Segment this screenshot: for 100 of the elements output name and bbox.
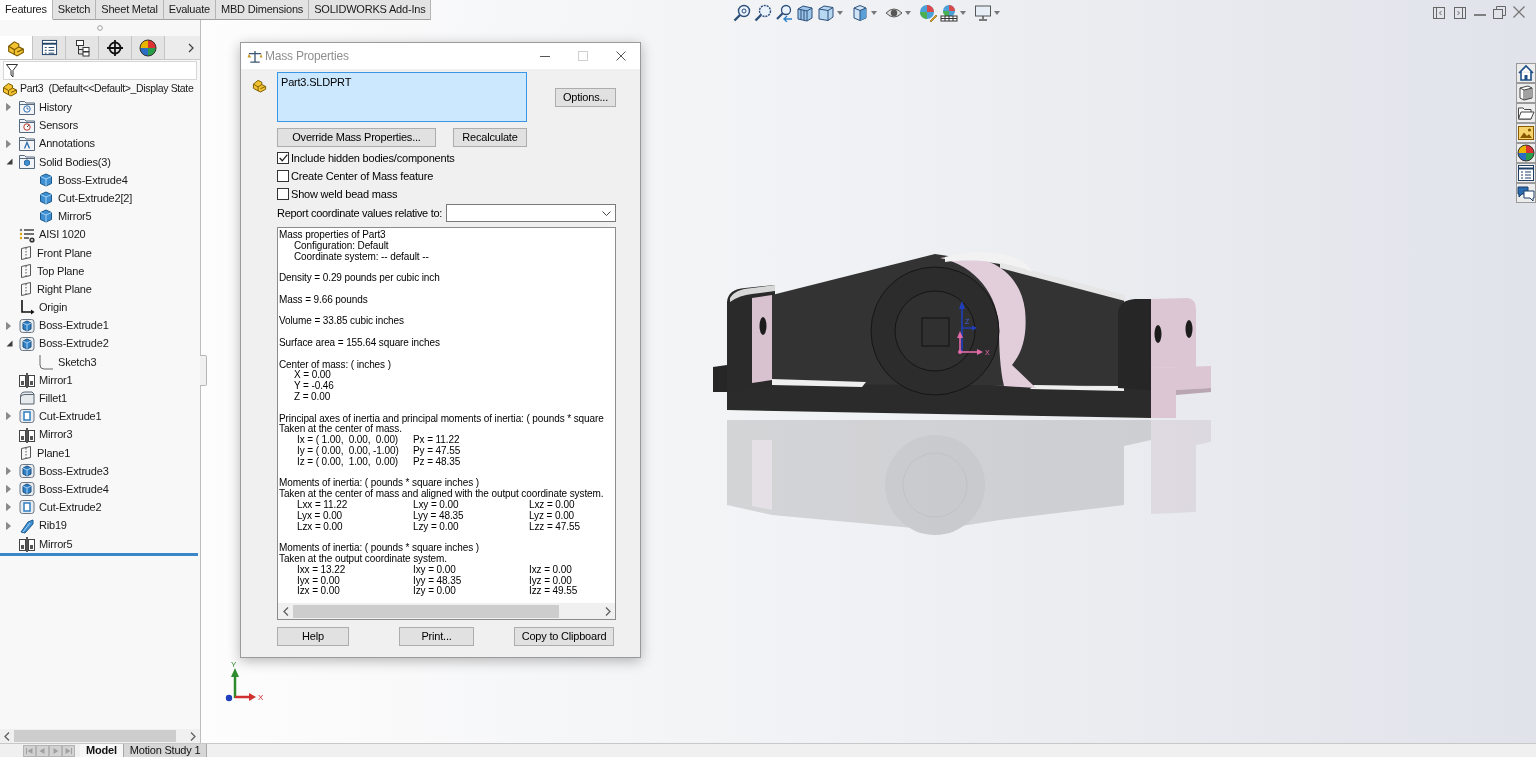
tree-item[interactable]: Top Plane <box>37 262 85 280</box>
picture-icon[interactable] <box>1516 123 1536 143</box>
mirror-icon <box>19 372 35 389</box>
tree-item[interactable]: Annotations <box>39 135 95 152</box>
tree-item[interactable]: Sensors <box>39 117 78 134</box>
axis-label: Y <box>231 660 237 669</box>
checkbox[interactable] <box>277 152 289 164</box>
tree-item[interactable]: Mirror3 <box>39 426 73 443</box>
tree-arrow-icon[interactable] <box>6 158 13 166</box>
coordinate-dropdown[interactable] <box>446 204 616 222</box>
box-icon[interactable] <box>851 4 869 22</box>
magnifier-icon[interactable] <box>733 4 751 22</box>
command-tab[interactable]: Sheet Metal <box>96 0 164 20</box>
checkbox-label[interactable]: Create Center of Mass feature <box>291 167 434 185</box>
minimize-icon[interactable] <box>540 55 550 57</box>
panel-tab[interactable] <box>33 36 66 59</box>
command-tab[interactable]: MBD Dimensions <box>216 0 310 20</box>
dialog-button[interactable]: Override Mass Properties... <box>277 128 436 147</box>
tree-item[interactable]: Cut-Extrude1 <box>39 408 102 425</box>
filter-field[interactable] <box>3 61 197 80</box>
sliced-cube-icon[interactable] <box>796 4 814 22</box>
tree-item[interactable]: History <box>39 99 72 116</box>
scrollbar-thumb[interactable] <box>293 604 559 618</box>
box-stack-icon[interactable] <box>1516 83 1536 103</box>
scroll-right-icon[interactable] <box>190 731 196 741</box>
list-icon[interactable] <box>1516 163 1536 183</box>
tree-item[interactable]: Solid Bodies(3) <box>39 153 111 171</box>
color-sphere-icon[interactable] <box>1516 143 1536 163</box>
magnifier-arrow-icon[interactable] <box>775 4 793 22</box>
close-icon[interactable] <box>616 51 626 61</box>
dialog-button[interactable]: Options... <box>555 88 616 107</box>
tree-item[interactable]: AISI 1020 <box>39 226 86 243</box>
selection-list[interactable]: Part3.SLDPRT <box>277 72 527 122</box>
tree-item[interactable]: Cut-Extrude2[2] <box>58 189 133 207</box>
tree-item[interactable]: Mirror1 <box>39 371 73 389</box>
funnel-icon[interactable] <box>6 63 18 78</box>
tree-item[interactable]: Mirror5 <box>39 535 73 553</box>
scroll-right-icon[interactable] <box>604 606 611 616</box>
command-tab[interactable]: SOLIDWORKS Add-Ins <box>309 0 432 20</box>
sphere-pencil-icon[interactable] <box>919 4 937 22</box>
grip-dot-icon[interactable] <box>97 25 103 31</box>
tree-item[interactable]: Plane1 <box>37 444 71 462</box>
checkbox-label[interactable]: Show weld bead mass <box>291 185 398 203</box>
scroll-left-icon[interactable] <box>4 731 10 741</box>
horizontal-scrollbar[interactable] <box>0 729 200 743</box>
horizontal-scrollbar[interactable] <box>278 603 615 619</box>
tree-item[interactable]: Part3 (Default<<Default>_Display State <box>20 81 194 97</box>
framed-cube-icon <box>19 463 35 480</box>
close-icon[interactable] <box>1513 6 1525 18</box>
command-tab[interactable]: Sketch <box>52 0 97 20</box>
window-left-icon[interactable] <box>1432 6 1446 20</box>
panel-tab[interactable] <box>99 36 132 59</box>
tree-item[interactable]: Boss-Extrude1 <box>39 317 109 334</box>
scrollbar-thumb[interactable] <box>14 730 176 742</box>
chevron-right-icon[interactable] <box>188 42 194 53</box>
cube-icon[interactable] <box>817 4 835 22</box>
rollback-bar[interactable] <box>0 552 198 556</box>
scroll-left-icon[interactable] <box>282 606 289 616</box>
tree-item[interactable]: Front Plane <box>37 244 92 262</box>
bottom-tab[interactable]: Motion Study 1 <box>122 744 208 757</box>
chat-bubbles-icon[interactable] <box>1516 183 1536 203</box>
list-item[interactable]: Part3.SLDPRT <box>281 74 352 91</box>
dialog-button[interactable]: Recalculate <box>453 128 527 147</box>
tree-item[interactable]: Origin <box>39 299 68 316</box>
dashed-magnifier-icon[interactable] <box>754 4 772 22</box>
checkbox[interactable] <box>277 188 289 200</box>
tree-item[interactable]: Boss-Extrude4 <box>39 480 109 498</box>
tree-item[interactable]: Sketch3 <box>58 353 97 371</box>
sphere-scene-icon[interactable] <box>940 4 958 22</box>
folder-icon[interactable] <box>1516 103 1536 123</box>
command-tab[interactable]: Features <box>0 0 53 20</box>
panel-tab[interactable] <box>132 36 165 59</box>
caret-icon[interactable] <box>602 210 611 216</box>
splitter-handle[interactable] <box>200 355 207 386</box>
bottom-tab[interactable]: Model <box>80 744 123 757</box>
tree-item[interactable]: Fillet1 <box>39 390 67 407</box>
tree-item[interactable]: Rib19 <box>39 517 67 534</box>
checkbox-label[interactable]: Include hidden bodies/components <box>291 149 455 167</box>
panel-tab[interactable] <box>66 36 99 59</box>
dialog-button[interactable]: Print... <box>399 627 474 646</box>
part-icon <box>252 78 267 93</box>
check-icon <box>278 154 288 162</box>
checkbox[interactable] <box>277 170 289 182</box>
restore-icon[interactable] <box>1493 6 1506 19</box>
monitor-icon[interactable] <box>974 4 992 22</box>
tree-item[interactable]: Boss-Extrude4 <box>58 171 128 189</box>
framed-cutout-icon <box>19 408 35 425</box>
tree-item[interactable]: Mirror5 <box>58 208 92 225</box>
tree-item[interactable]: Right Plane <box>37 280 92 298</box>
home-icon[interactable] <box>1516 63 1536 83</box>
mirror-icon <box>19 426 35 443</box>
clock-folder-icon <box>19 99 35 115</box>
dialog-button[interactable]: Copy to Clipboard <box>514 627 614 646</box>
tree-item[interactable]: Boss-Extrude3 <box>39 462 109 480</box>
command-tab[interactable]: Evaluate <box>163 0 216 20</box>
dialog-button[interactable]: Help <box>277 627 349 646</box>
tree-item[interactable]: Cut-Extrude2 <box>39 499 102 516</box>
window-right-icon[interactable] <box>1453 6 1467 20</box>
tree-item[interactable]: Boss-Extrude2 <box>39 335 109 352</box>
tree-arrow-icon[interactable] <box>6 340 13 348</box>
